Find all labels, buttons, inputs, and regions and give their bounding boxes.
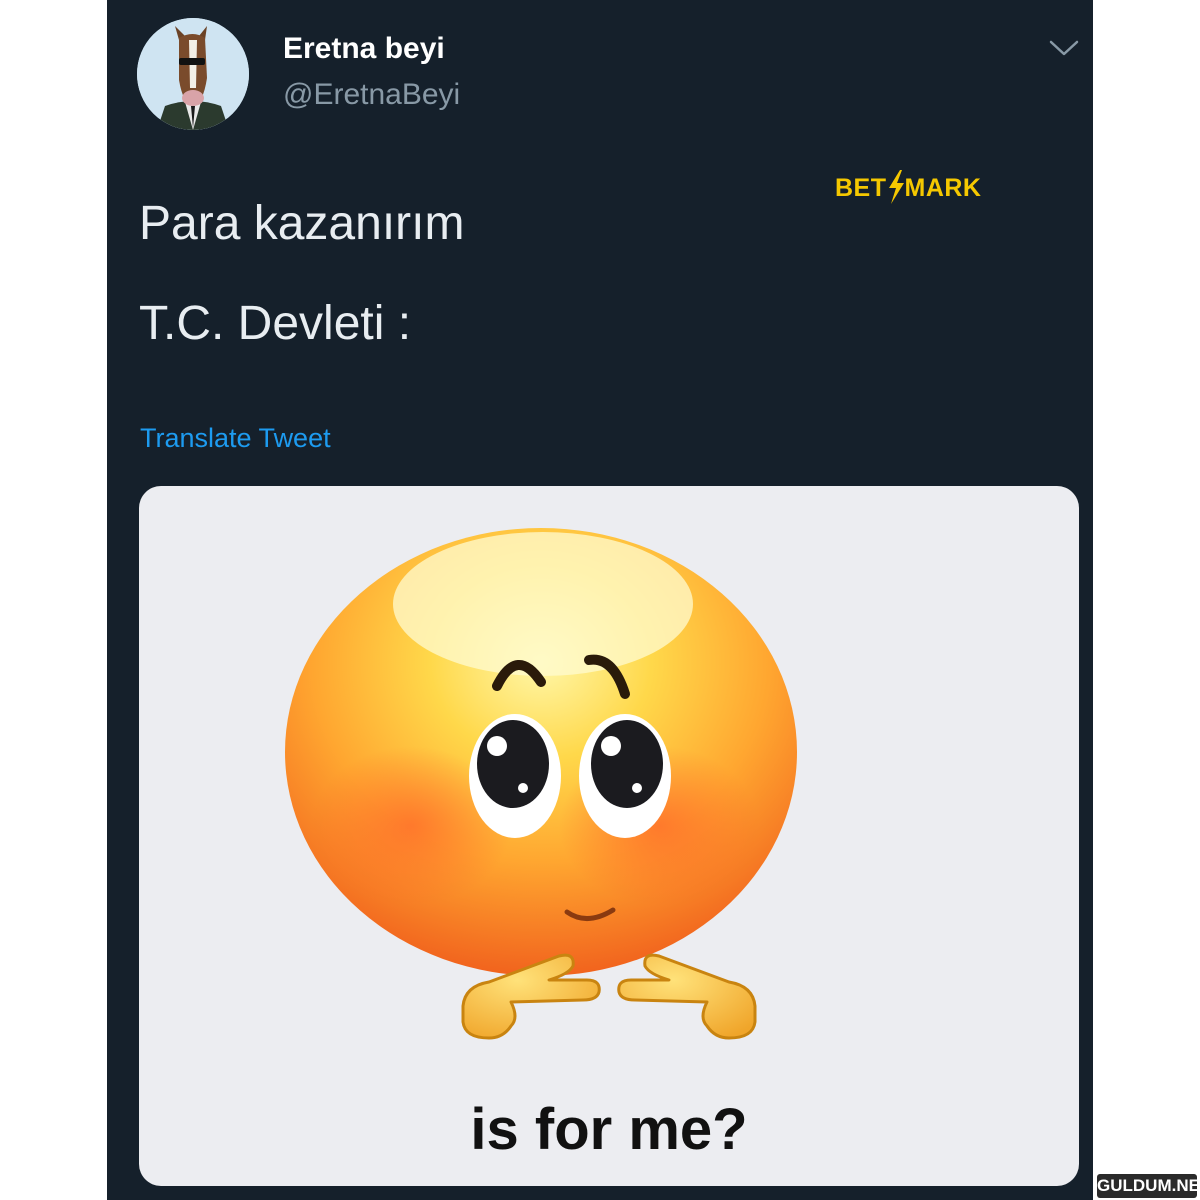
shy-emoji-icon — [285, 528, 797, 1040]
display-name[interactable]: Eretna beyi — [283, 32, 445, 66]
brand-logo: BET MARK — [835, 170, 982, 204]
tweet-card: Eretna beyi @EretnaBeyi BET MARK Para kaz… — [107, 0, 1093, 1200]
tweet-text-line: T.C. Devleti : — [139, 297, 412, 350]
site-watermark: GULDUM.NET — [1097, 1174, 1200, 1198]
chevron-down-icon[interactable] — [1047, 36, 1081, 60]
meme-caption: is for me? — [470, 1097, 748, 1162]
lightning-bolt-icon — [886, 170, 906, 204]
avatar[interactable] — [137, 18, 249, 130]
tweet-media-image[interactable]: is for me? — [139, 486, 1079, 1186]
brand-logo-left: BET — [835, 174, 887, 202]
brand-logo-right: MARK — [904, 174, 982, 202]
horse-character-icon — [137, 18, 249, 130]
tweet-text-line: Para kazanırım — [139, 197, 465, 250]
translate-tweet-link[interactable]: Translate Tweet — [140, 423, 331, 454]
user-handle[interactable]: @EretnaBeyi — [283, 78, 460, 112]
